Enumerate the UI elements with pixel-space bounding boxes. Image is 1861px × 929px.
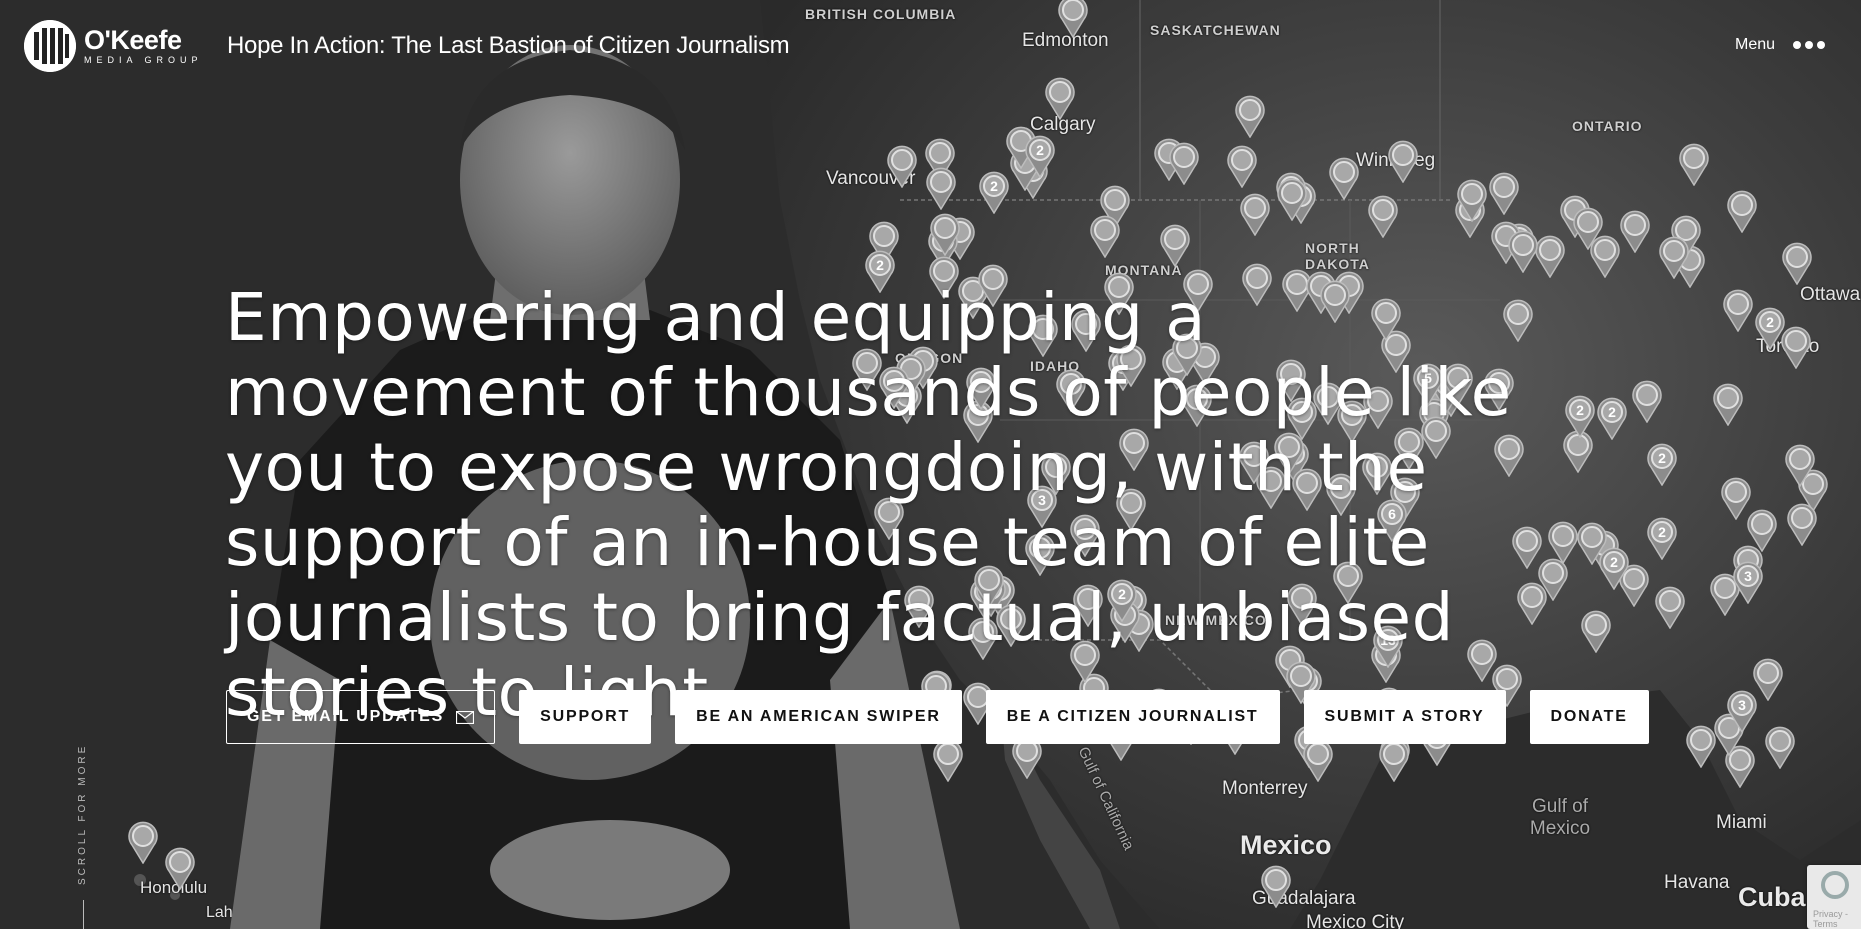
map-cluster-marker[interactable]: 2 [1024, 134, 1056, 178]
map-label-mexico: Mexico [1240, 830, 1332, 860]
svg-text:2: 2 [990, 178, 998, 194]
map-pin-marker[interactable] [1378, 738, 1410, 782]
map-pin-marker[interactable] [1580, 609, 1612, 653]
map-pin-marker[interactable] [127, 820, 159, 864]
map-pin-marker[interactable] [1276, 177, 1308, 221]
map-pin-marker[interactable] [1089, 214, 1121, 258]
svg-text:2: 2 [1608, 404, 1616, 420]
map-pin-marker[interactable] [1678, 142, 1710, 186]
map-label-cuba: Cuba [1738, 882, 1806, 912]
site-tagline: Hope In Action: The Last Bastion of Citi… [227, 32, 790, 59]
map-cluster-marker[interactable]: 2 [1646, 442, 1678, 486]
page: BRITISH COLUMBIA SASKATCHEWAN Edmonton C… [0, 0, 1861, 929]
map-cluster-marker[interactable]: 3 [1732, 560, 1764, 604]
svg-text:3: 3 [1738, 697, 1746, 713]
hero-headline: Empowering and equipping a movement of t… [225, 279, 1512, 731]
recaptcha-label: Privacy - Terms [1813, 909, 1849, 929]
map-cluster-marker[interactable]: 2 [1596, 396, 1628, 440]
map-pin-marker[interactable] [1239, 192, 1271, 236]
svg-text:2: 2 [1658, 450, 1666, 466]
map-pin-marker[interactable] [1302, 738, 1334, 782]
menu-label: Menu [1735, 36, 1776, 53]
map-cluster-marker[interactable]: 2 [1598, 546, 1630, 590]
map-label-north-dakota: NORTH DAKOTA [1305, 240, 1370, 272]
donate-button[interactable]: DONATE [1529, 690, 1649, 744]
site-header: O'Keefe MEDIA GROUP Hope In Action: The … [0, 0, 1861, 95]
menu-button[interactable]: Menu [1735, 36, 1826, 54]
map-pin-marker[interactable] [1631, 379, 1663, 423]
map-cluster-marker[interactable]: 2 [1564, 394, 1596, 438]
map-pin-marker[interactable] [1234, 94, 1266, 138]
map-pin-marker[interactable] [1726, 189, 1758, 233]
logo-subtitle: MEDIA GROUP [84, 55, 203, 65]
logo-name: O'Keefe [84, 25, 182, 55]
map-pin-marker[interactable] [1507, 229, 1539, 273]
map-label-ontario: ONTARIO [1572, 118, 1643, 134]
scroll-for-more-label: SCROLL FOR MORE [77, 743, 88, 885]
map-pin-marker[interactable] [1387, 139, 1419, 183]
map-pin-marker[interactable] [1781, 241, 1813, 285]
map-pin-marker[interactable] [1722, 288, 1754, 332]
svg-text:2: 2 [1036, 142, 1044, 158]
site-logo[interactable]: O'Keefe MEDIA GROUP [24, 20, 203, 72]
american-swiper-button[interactable]: BE AN AMERICAN SWIPER [675, 690, 962, 744]
citizen-journalist-button[interactable]: BE A CITIZEN JOURNALIST [985, 690, 1280, 744]
map-cluster-marker[interactable]: 3 [1726, 689, 1758, 733]
map-pin-marker[interactable] [1328, 156, 1360, 200]
envelope-icon [456, 710, 475, 724]
map-pin-marker[interactable] [1456, 178, 1488, 222]
map-pin-marker[interactable] [1746, 508, 1778, 552]
map-label-miami: Miami [1716, 812, 1767, 833]
logo-text: O'Keefe MEDIA GROUP [84, 27, 203, 65]
map-pin-marker[interactable] [1367, 194, 1399, 238]
more-dots-icon [1793, 41, 1826, 49]
map-pin-marker[interactable] [1619, 209, 1651, 253]
map-pin-marker[interactable] [1168, 141, 1200, 185]
support-button[interactable]: SUPPORT [519, 690, 652, 744]
map-pin-marker[interactable] [1712, 382, 1744, 426]
omg-logo-icon [24, 20, 76, 72]
map-cluster-marker[interactable]: 2 [1646, 516, 1678, 560]
map-pin-marker[interactable] [1784, 443, 1816, 487]
map-label-monterrey: Monterrey [1222, 778, 1308, 799]
logo-mark-icon [24, 20, 76, 72]
map-pin-marker[interactable] [1572, 206, 1604, 250]
map-cluster-marker[interactable]: 2 [1754, 306, 1786, 350]
svg-text:2: 2 [1576, 402, 1584, 418]
map-pin-marker[interactable] [1488, 171, 1520, 215]
scroll-line-divider [83, 900, 84, 929]
svg-text:2: 2 [1766, 314, 1774, 330]
map-pin-marker[interactable] [1658, 235, 1690, 279]
map-label-mexico-city: Mexico City [1306, 912, 1405, 929]
map-pin-marker[interactable] [1159, 223, 1191, 267]
map-label-havana: Havana [1664, 872, 1730, 893]
get-email-updates-button[interactable]: GET EMAIL UPDATES [226, 690, 496, 744]
map-pin-marker[interactable] [1226, 144, 1258, 188]
map-pin-marker[interactable] [1764, 725, 1796, 769]
scroll-for-more-hint[interactable]: SCROLL FOR MORE [77, 743, 89, 885]
svg-text:2: 2 [1610, 554, 1618, 570]
map-label-gulf-of-mexico: Gulf of Mexico [1529, 796, 1591, 839]
map-pin-marker[interactable] [1260, 864, 1292, 908]
svg-text:2: 2 [1658, 524, 1666, 540]
get-email-updates-label: GET EMAIL UPDATES [247, 708, 445, 725]
recaptcha-badge[interactable]: Privacy - Terms [1807, 865, 1861, 929]
map-pin-marker[interactable] [164, 846, 196, 890]
svg-text:3: 3 [1744, 568, 1752, 584]
map-pin-marker[interactable] [1786, 502, 1818, 546]
submit-story-button[interactable]: SUBMIT A STORY [1303, 690, 1506, 744]
recaptcha-icon [1821, 871, 1849, 899]
cta-button-row: GET EMAIL UPDATES SUPPORT BE AN AMERICAN… [226, 690, 1649, 744]
map-pin-marker[interactable] [1654, 585, 1686, 629]
map-label-ottawa: Ottawa [1800, 284, 1861, 305]
